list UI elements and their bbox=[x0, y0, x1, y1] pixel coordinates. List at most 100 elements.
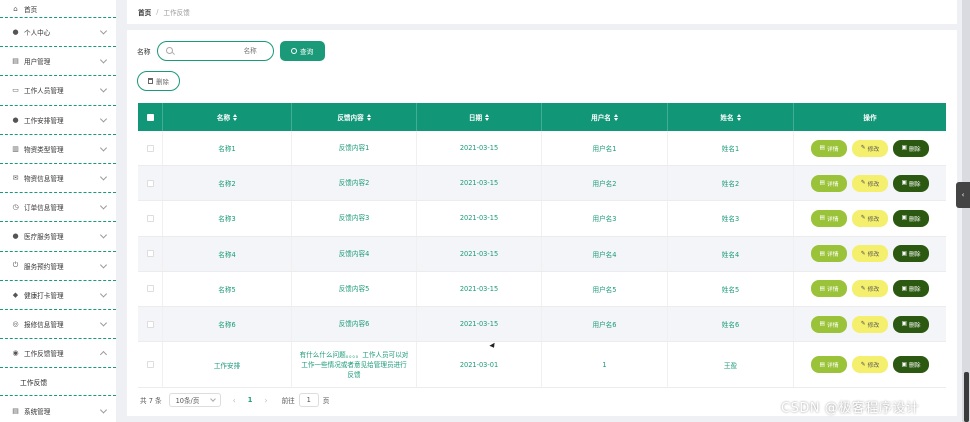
column-header-realname[interactable]: 姓名 bbox=[668, 103, 794, 131]
edit-button[interactable]: ✎ 修改 bbox=[852, 174, 888, 192]
column-header-name[interactable]: 名称 bbox=[163, 103, 292, 131]
column-header-content[interactable]: 反馈内容 bbox=[292, 103, 417, 131]
table-row: 名称5 反馈内容5 2021-03-15 用户名5 姓名5 ▤ 详情 ✎ 修改 ▣ 删除 bbox=[138, 271, 946, 307]
goto-page-input[interactable]: 1 bbox=[298, 393, 319, 407]
chevron-down-icon bbox=[99, 173, 108, 181]
detail-button[interactable]: ▤ 详情 bbox=[811, 174, 847, 192]
sidebar-item[interactable]: ◆ 健康打卡管理 bbox=[0, 281, 116, 310]
sidebar-item[interactable]: ▤ 系统管理 bbox=[0, 396, 116, 422]
prev-page-icon[interactable]: ‹ bbox=[233, 396, 236, 405]
clock-icon: ◷ bbox=[12, 203, 19, 212]
delete-button-label: 删除 bbox=[908, 363, 921, 370]
edit-button[interactable]: ✎ 修改 bbox=[852, 139, 888, 157]
sort-icon[interactable] bbox=[613, 113, 618, 121]
row-checkbox[interactable] bbox=[146, 285, 154, 293]
sidebar-item[interactable]: ⌂ 首页 bbox=[0, 0, 116, 18]
page-size-select[interactable]: 10条/页 bbox=[168, 393, 221, 407]
row-checkbox[interactable] bbox=[146, 361, 154, 369]
sidebar-subitem-label: 工作反馈 bbox=[20, 378, 48, 387]
row-checkbox[interactable] bbox=[146, 250, 154, 258]
row-checkbox[interactable] bbox=[146, 144, 154, 152]
edit-button[interactable]: ✎ 修改 bbox=[852, 356, 888, 374]
batch-delete-button[interactable]: 删除 bbox=[137, 71, 180, 91]
sort-icon[interactable] bbox=[366, 113, 371, 121]
user-icon: ● bbox=[12, 28, 19, 37]
delete-button[interactable]: ▣ 删除 bbox=[893, 245, 929, 263]
edit-button[interactable]: ✎ 修改 bbox=[852, 209, 888, 227]
power-icon: ⏻ bbox=[12, 261, 19, 270]
page-number-current[interactable]: 1 bbox=[248, 396, 253, 404]
detail-icon: ▤ bbox=[819, 321, 825, 328]
sidebar-item[interactable]: ◷ 订单信息管理 bbox=[0, 193, 116, 223]
delete-button[interactable]: ▣ 删除 bbox=[893, 174, 929, 192]
delete-button[interactable]: ▣ 删除 bbox=[893, 356, 929, 374]
cell-actions: ▤ 详情 ✎ 修改 ▣ 删除 bbox=[794, 201, 946, 235]
sidebar-item[interactable]: ● 个人中心 bbox=[0, 18, 116, 48]
sidebar-item-label: 工作人员管理 bbox=[24, 87, 64, 96]
sidebar-item-label: 健康打卡管理 bbox=[24, 291, 64, 300]
row-actions: ▤ 详情 ✎ 修改 ▣ 删除 bbox=[811, 139, 929, 157]
collapse-panel-tab[interactable]: ‹ bbox=[956, 182, 970, 208]
edit-button[interactable]: ✎ 修改 bbox=[852, 315, 888, 333]
cell-date: 2021-03-15 bbox=[417, 236, 542, 271]
next-page-icon[interactable]: › bbox=[264, 396, 267, 405]
sidebar-item[interactable]: ⏻ 服务预约管理 bbox=[0, 252, 116, 281]
sidebar-item[interactable]: ▥ 物资类型管理 bbox=[0, 135, 116, 164]
breadcrumb-home[interactable]: 首页 bbox=[138, 7, 151, 17]
sidebar-item[interactable]: ◎ 报修信息管理 bbox=[0, 310, 116, 340]
delete-button[interactable]: ▣ 删除 bbox=[893, 209, 929, 227]
sidebar-item-label: 用户管理 bbox=[24, 58, 51, 67]
sidebar-item[interactable]: ◉ 工作反馈管理 bbox=[0, 339, 116, 369]
chevron-down-icon bbox=[99, 290, 108, 298]
detail-icon: ▤ bbox=[819, 180, 825, 187]
detail-button[interactable]: ▤ 详情 bbox=[811, 356, 847, 374]
cell-date: 2021-03-01 bbox=[417, 342, 542, 388]
sort-icon[interactable] bbox=[233, 113, 238, 121]
table-row: 名称4 反馈内容4 2021-03-15 用户名4 姓名4 ▤ 详情 ✎ 修改 ▣ 删除 bbox=[138, 236, 946, 272]
window-scrollbar-thumb[interactable] bbox=[964, 372, 969, 422]
cell-username: 用户名5 bbox=[542, 271, 668, 306]
goto-page-value: 1 bbox=[306, 396, 311, 404]
edit-button[interactable]: ✎ 修改 bbox=[852, 245, 888, 263]
detail-button[interactable]: ▤ 详情 bbox=[811, 139, 847, 157]
sidebar-item[interactable]: ✉ 物资信息管理 bbox=[0, 164, 116, 194]
delete-button[interactable]: ▣ 删除 bbox=[893, 139, 929, 157]
column-header-label: 名称 bbox=[216, 114, 231, 122]
row-checkbox[interactable] bbox=[146, 320, 154, 328]
detail-button-label: 详情 bbox=[826, 216, 839, 223]
row-checkbox[interactable] bbox=[146, 179, 154, 187]
detail-button[interactable]: ▤ 详情 bbox=[811, 280, 847, 298]
sort-icon[interactable] bbox=[485, 113, 490, 121]
sidebar-item[interactable]: ▤ 用户管理 bbox=[0, 47, 116, 77]
sidebar-item[interactable]: ● 工作安排管理 bbox=[0, 106, 116, 135]
detail-button[interactable]: ▤ 详情 bbox=[811, 245, 847, 263]
page-size-value: 10条/页 bbox=[175, 397, 200, 405]
sidebar-item-label: 首页 bbox=[24, 5, 38, 14]
column-header-username[interactable]: 用户名 bbox=[542, 103, 668, 131]
sidebar-item[interactable]: ● 医疗服务管理 bbox=[0, 222, 116, 252]
sidebar-subitem-feedback[interactable]: 工作反馈 bbox=[0, 368, 116, 397]
detail-button-label: 详情 bbox=[826, 181, 839, 188]
search-input[interactable] bbox=[157, 42, 273, 60]
query-button[interactable]: 查询 bbox=[279, 41, 325, 61]
trash-icon: ▣ bbox=[901, 321, 907, 328]
sort-icon[interactable] bbox=[736, 113, 741, 121]
row-actions: ▤ 详情 ✎ 修改 ▣ 删除 bbox=[811, 209, 929, 227]
detail-button-label: 详情 bbox=[826, 363, 839, 370]
sidebar-item[interactable]: ▭ 工作人员管理 bbox=[0, 76, 116, 106]
search-field[interactable] bbox=[156, 41, 274, 61]
watermark: CSDN @极客程序设计 bbox=[781, 401, 920, 416]
delete-button[interactable]: ▣ 删除 bbox=[893, 280, 929, 298]
cell-content: 反馈内容5 bbox=[292, 271, 417, 306]
table-row: 名称1 反馈内容1 2021-03-15 用户名1 姓名1 ▤ 详情 ✎ 修改 ▣ 删除 bbox=[138, 131, 946, 167]
chevron-down-icon bbox=[99, 27, 108, 35]
column-header-date[interactable]: 日期 bbox=[417, 103, 542, 131]
detail-button[interactable]: ▤ 详情 bbox=[811, 209, 847, 227]
row-checkbox[interactable] bbox=[146, 214, 154, 222]
edit-button[interactable]: ✎ 修改 bbox=[852, 280, 888, 298]
chevron-down-icon bbox=[99, 319, 108, 327]
delete-button[interactable]: ▣ 删除 bbox=[893, 315, 929, 333]
chevron-down-icon bbox=[99, 85, 108, 94]
select-all-checkbox[interactable] bbox=[146, 113, 154, 121]
detail-button[interactable]: ▤ 详情 bbox=[811, 315, 847, 333]
